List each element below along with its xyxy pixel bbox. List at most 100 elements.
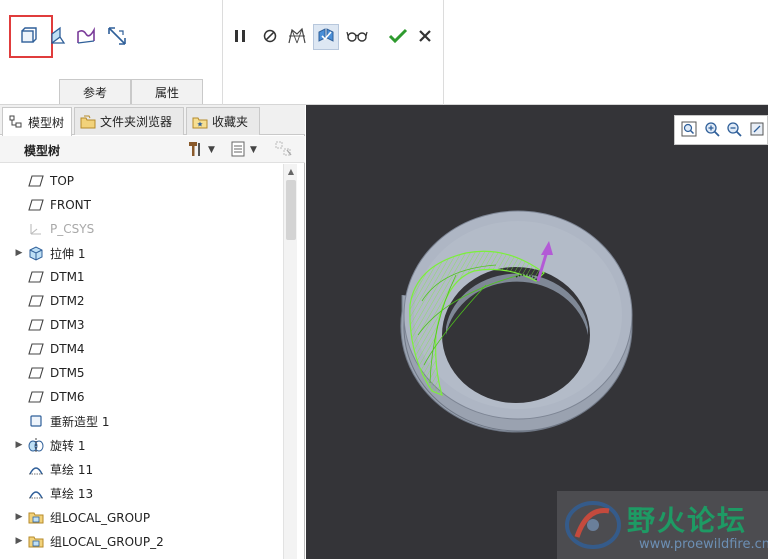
- ok-button[interactable]: [385, 24, 411, 50]
- tab-references-label: 参考: [82, 85, 107, 100]
- tree-item-label: DTM6: [50, 390, 85, 404]
- model-tree-icon: [7, 113, 25, 131]
- datum-plane-icon: [27, 268, 45, 286]
- tree-item[interactable]: ▶ 组LOCAL_GROUP: [0, 505, 283, 529]
- tree-item-label: DTM3: [50, 318, 85, 332]
- scroll-thumb[interactable]: [286, 180, 296, 240]
- tree-item-label: P_CSYS: [50, 222, 95, 236]
- tree-item-label: 重新造型 1: [50, 414, 110, 429]
- tab-references[interactable]: 参考: [59, 79, 131, 104]
- datum-plane-icon: [27, 196, 45, 214]
- tree-item[interactable]: 草绘 13: [0, 481, 283, 505]
- zoom-in-button[interactable]: [702, 118, 723, 142]
- tree-item[interactable]: FRONT: [0, 193, 283, 217]
- tab-model-tree[interactable]: 模型树: [2, 107, 72, 136]
- tree-item[interactable]: ▶ 组LOCAL_GROUP_2: [0, 529, 283, 553]
- no-preview-button[interactable]: [257, 24, 283, 50]
- navigator-panel: 模型树 文件夹浏览器 收藏夹 模型树 ▼ ▼ TOP FRONT P_CSYS …: [0, 105, 305, 559]
- tree-item-label: 组LOCAL_GROUP_2: [50, 534, 164, 549]
- tree-item[interactable]: TOP: [0, 169, 283, 193]
- datum-plane-icon: [27, 316, 45, 334]
- tree-item[interactable]: DTM1: [0, 265, 283, 289]
- tree-item[interactable]: 草绘 11: [0, 457, 283, 481]
- model-tree-toolbar: 模型树 ▼ ▼: [0, 136, 305, 163]
- tab-folder-browser[interactable]: 文件夹浏览器: [74, 107, 184, 135]
- expand-arrow-icon[interactable]: ▶: [14, 512, 24, 522]
- tree-item[interactable]: 重新造型 1: [0, 409, 283, 433]
- model-tree-list: TOP FRONT P_CSYS ▶ 拉伸 1 DTM1 DTM2 DTM3 DTM4 DTM5 D…: [0, 169, 283, 553]
- revolve-icon: [27, 436, 45, 454]
- tree-item-label: 旋转 1: [50, 438, 86, 453]
- extrude-icon: [27, 244, 45, 262]
- tree-filter-button[interactable]: [274, 140, 294, 160]
- tree-item-label: DTM4: [50, 342, 85, 356]
- detail-preview-button[interactable]: [284, 24, 310, 50]
- folder-browser-icon: [79, 113, 97, 131]
- sketch-icon: [27, 484, 45, 502]
- ring-hole: [442, 267, 590, 403]
- refit-button[interactable]: [679, 118, 700, 142]
- expand-arrow-icon[interactable]: ▶: [14, 536, 24, 546]
- tab-properties[interactable]: 属性: [131, 79, 203, 104]
- datum-plane-icon: [27, 388, 45, 406]
- ok-check-icon: [388, 27, 408, 48]
- thin-button[interactable]: [73, 24, 99, 50]
- navigator-tabs: 模型树 文件夹浏览器 收藏夹: [0, 105, 305, 136]
- view-toolbar: [674, 115, 768, 145]
- surface-icon: [48, 26, 68, 49]
- pause-icon: [232, 28, 248, 47]
- feature-dashboard: 参考 属性: [0, 0, 768, 105]
- tab-folder-browser-label: 文件夹浏览器: [100, 115, 173, 129]
- tree-item[interactable]: ▶ 拉伸 1: [0, 241, 283, 265]
- solid-button[interactable]: [16, 24, 42, 50]
- tree-tools-dropdown[interactable]: ▼: [186, 140, 215, 160]
- thin-icon: [75, 26, 97, 49]
- solid-surface-icon: [19, 26, 39, 49]
- repaint-icon: [748, 120, 766, 141]
- watermark-logo-icon: [565, 501, 621, 549]
- refit-icon: [680, 120, 698, 141]
- tree-item[interactable]: ▶ 旋转 1: [0, 433, 283, 457]
- list-settings-icon: [230, 140, 246, 161]
- tree-item[interactable]: DTM3: [0, 313, 283, 337]
- zoom-out-button[interactable]: [724, 118, 745, 142]
- glasses-preview-button[interactable]: [344, 24, 370, 50]
- tree-item[interactable]: DTM2: [0, 289, 283, 313]
- tree-settings-dropdown[interactable]: ▼: [230, 140, 257, 160]
- tab-properties-label: 属性: [154, 85, 179, 100]
- expand-arrow-icon[interactable]: ▶: [14, 248, 24, 258]
- chevron-down-icon: ▼: [250, 145, 257, 155]
- datum-plane-icon: [27, 364, 45, 382]
- no-preview-icon: [262, 28, 278, 47]
- expand-arrow-icon[interactable]: ▶: [14, 440, 24, 450]
- tree-item[interactable]: DTM4: [0, 337, 283, 361]
- sketch-icon: [27, 460, 45, 478]
- tab-favorites[interactable]: 收藏夹: [186, 107, 260, 135]
- cancel-button[interactable]: [412, 24, 438, 50]
- tree-item-label: DTM2: [50, 294, 85, 308]
- cancel-x-icon: [417, 28, 433, 47]
- repaint-button[interactable]: [747, 118, 768, 142]
- remove-material-button[interactable]: [104, 24, 130, 50]
- datum-plane-icon: [27, 340, 45, 358]
- tree-item[interactable]: DTM6: [0, 385, 283, 409]
- watermark-title: 野火论坛: [627, 504, 748, 537]
- tree-item[interactable]: DTM5: [0, 361, 283, 385]
- verify-mode-button[interactable]: [313, 24, 339, 50]
- tree-filter-icon: [274, 140, 294, 161]
- pause-button[interactable]: [227, 24, 253, 50]
- tree-scrollbar[interactable]: ▲: [283, 164, 297, 559]
- remove-material-icon: [106, 25, 128, 50]
- forum-watermark: 野火论坛 www.proewildfire.cn: [557, 491, 768, 559]
- restyle-icon: [27, 412, 45, 430]
- chevron-down-icon: ▼: [208, 145, 215, 155]
- surface-button[interactable]: [45, 24, 71, 50]
- tree-item[interactable]: P_CSYS: [0, 217, 283, 241]
- tree-item-label: 草绘 11: [50, 462, 94, 477]
- graphics-viewport[interactable]: 野火论坛 www.proewildfire.cn: [306, 105, 768, 559]
- hammer-tools-icon: [186, 140, 204, 161]
- toolbar-separator: [443, 0, 444, 105]
- scroll-up-arrow-icon[interactable]: ▲: [284, 166, 298, 178]
- glasses-preview-icon: [346, 28, 368, 47]
- tree-item-label: DTM5: [50, 366, 85, 380]
